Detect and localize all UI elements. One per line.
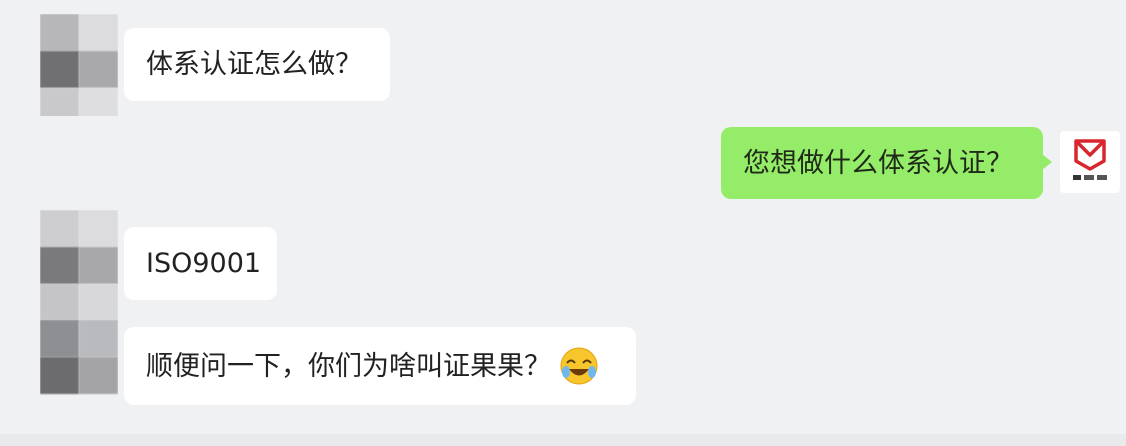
chat-window: 体系认证怎么做？ 您想做什么体系认证？ ISO9001 顺便问一下，你们为啥叫证…	[0, 0, 1126, 446]
bottom-divider	[0, 434, 1126, 446]
message-bubble-incoming[interactable]: ISO9001	[124, 227, 277, 300]
message-bubble-incoming[interactable]: 体系认证怎么做？	[124, 28, 390, 101]
message-text: ISO9001	[146, 248, 262, 279]
laughing-tears-emoji-icon	[560, 347, 598, 385]
message-bubble-incoming[interactable]: 顺便问一下，你们为啥叫证果果？	[124, 327, 636, 405]
message-text: 顺便问一下，你们为啥叫证果果？	[146, 350, 551, 382]
my-avatar[interactable]	[1060, 131, 1120, 193]
contact-avatar[interactable]	[40, 14, 118, 116]
contact-avatar[interactable]	[40, 210, 118, 321]
contact-avatar[interactable]	[40, 320, 118, 398]
message-text: 您想做什么体系认证？	[743, 147, 1013, 179]
red-logo-avatar-icon	[1073, 139, 1107, 180]
message-text: 体系认证怎么做？	[146, 49, 362, 80]
message-bubble-outgoing[interactable]: 您想做什么体系认证？	[721, 127, 1052, 199]
